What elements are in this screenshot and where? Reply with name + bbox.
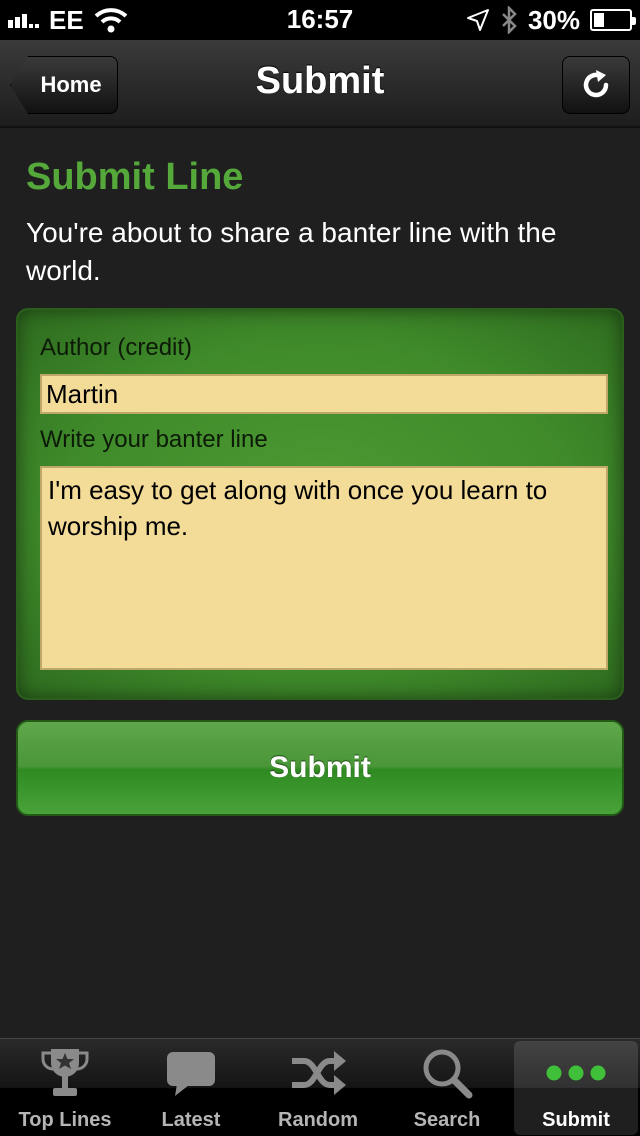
more-dots-icon (546, 1065, 606, 1081)
author-input[interactable] (40, 374, 608, 414)
tab-random[interactable]: Random (256, 1041, 380, 1135)
tab-bar: Top Lines Latest Random Search Submit (0, 1038, 640, 1136)
tab-label: Search (413, 1109, 481, 1131)
page-heading: Submit Line (26, 156, 244, 198)
trophy-icon (41, 1049, 89, 1096)
bluetooth-icon (502, 6, 517, 34)
navigation-bar: Home Submit (0, 40, 640, 128)
tab-submit[interactable]: Submit (514, 1041, 638, 1135)
tab-label: Latest (161, 1109, 221, 1131)
refresh-icon (583, 70, 609, 98)
tab-search[interactable]: Search (385, 1041, 509, 1135)
shuffle-icon (292, 1051, 346, 1095)
refresh-button[interactable] (562, 56, 630, 114)
intro-text: You're about to share a banter line with… (26, 217, 557, 286)
tab-latest[interactable]: Latest (129, 1041, 253, 1135)
battery-icon (590, 9, 636, 31)
status-right: 30% (466, 4, 636, 36)
submit-button[interactable]: Submit (16, 720, 624, 816)
banter-line-textarea[interactable]: I'm easy to get along with once you lear… (40, 466, 608, 670)
submit-form-panel: Author (credit) Write your banter line I… (16, 308, 624, 700)
status-bar: EE 16:57 30% (0, 0, 640, 40)
battery-percent: 30% (527, 4, 580, 35)
nav-title: Submit (255, 60, 385, 102)
tab-label: Submit (542, 1109, 610, 1131)
search-icon (423, 1049, 473, 1099)
tab-label: Random (278, 1109, 358, 1131)
tab-top-lines[interactable]: Top Lines (3, 1041, 127, 1135)
tab-label: Top Lines (18, 1109, 112, 1131)
speech-bubble-icon (167, 1052, 215, 1096)
author-label: Author (credit) (40, 334, 193, 361)
battery-fill (594, 13, 605, 27)
banter-line-label: Write your banter line (40, 426, 268, 453)
location-icon (466, 9, 489, 31)
